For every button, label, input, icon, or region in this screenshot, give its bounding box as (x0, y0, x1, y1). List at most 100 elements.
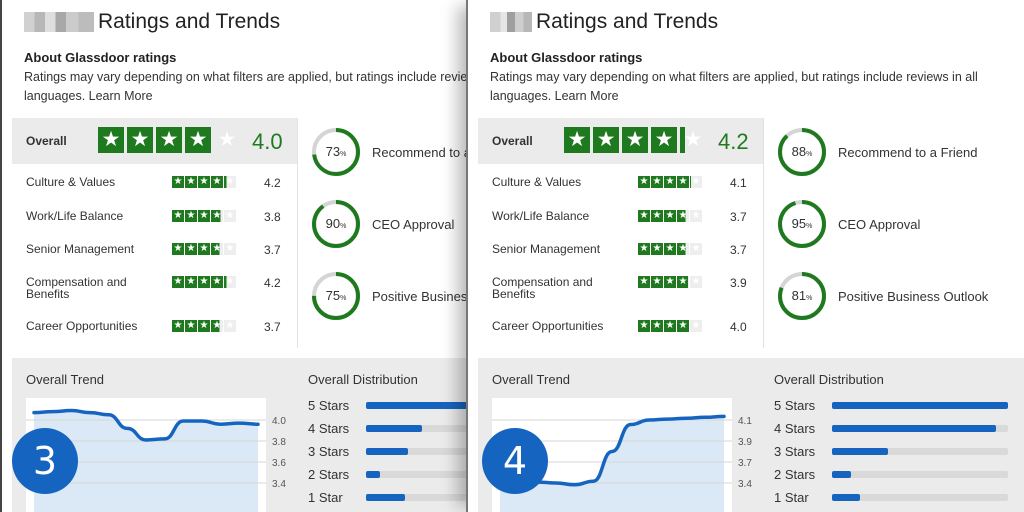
star-icon: ★ (185, 276, 197, 288)
star-icon: ★ (217, 128, 237, 151)
distribution-bar-fill (832, 494, 861, 501)
star-icon: ★ (564, 127, 590, 153)
distribution-label: 2 Stars (774, 467, 816, 482)
distribution-row[interactable]: 4 Stars (774, 421, 1024, 437)
recommendation-label: CEO Approval (372, 216, 455, 232)
distribution-title: Overall Distribution (774, 372, 884, 387)
star-icon: ★ (224, 243, 236, 255)
star-icon: ★ (680, 127, 706, 153)
overall-rating-row: Overall ★ ★ ★ ★ ★ 4.0 (12, 118, 297, 164)
subrating-value: 3.7 (730, 210, 747, 224)
star-icon: ★ (651, 320, 663, 332)
y-tick-label: 3.9 (738, 437, 752, 448)
star-icon: ★ (664, 276, 676, 288)
distribution-title: Overall Distribution (308, 372, 418, 387)
y-tick-label: 4.1 (738, 416, 752, 427)
distribution-bar-track (366, 448, 468, 455)
star-icon: ★ (198, 176, 210, 188)
y-tick-label: 4.0 (272, 416, 286, 427)
distribution-bar-fill (832, 471, 852, 478)
overall-value: 4.0 (252, 129, 283, 154)
overall-stars: ★ ★ ★ ★ ★ (98, 127, 240, 153)
distribution-row[interactable]: 5 Stars (774, 398, 1024, 414)
star-icon: ★ (172, 210, 184, 222)
distribution-row[interactable]: 2 Stars (774, 467, 1024, 483)
star-icon: ★ (156, 127, 182, 153)
subrating-label: Compensation and Benefits (492, 275, 593, 301)
distribution-bar-track (366, 425, 468, 432)
distribution-row[interactable]: 3 Stars (308, 444, 468, 460)
subrating-stars: ★ ★ ★ ★ ★ (638, 210, 702, 222)
subrating-stars: ★ ★ ★ ★ ★ (172, 176, 236, 188)
star-icon: ★ (211, 276, 223, 288)
star-icon: ★ (651, 210, 663, 222)
subrating-value: 4.0 (730, 320, 747, 334)
overall-stars: ★ ★ ★ ★ ★ (564, 127, 706, 153)
distribution-bar-fill (832, 425, 996, 432)
star-icon: ★ (664, 210, 676, 222)
company-logo-blurred (24, 12, 94, 32)
star-icon: ★ (198, 320, 210, 332)
star-icon: ★ (664, 320, 676, 332)
y-tick-label: 3.4 (738, 479, 752, 490)
subrating-stars: ★ ★ ★ ★ ★ (172, 243, 236, 255)
star-icon: ★ (211, 210, 223, 222)
distribution-label: 5 Stars (308, 398, 350, 413)
subrating-value: 3.7 (264, 320, 281, 334)
ratings-panel-left: Ratings and Trends About Glassdoor ratin… (0, 0, 468, 512)
star-icon: ★ (690, 276, 702, 288)
overall-value: 4.2 (718, 129, 749, 154)
distribution-label: 3 Stars (308, 444, 350, 459)
trend-title: Overall Trend (492, 372, 571, 387)
percent-value: 95% (791, 216, 813, 231)
star-icon: ★ (622, 127, 648, 153)
subrating-label: Career Opportunities (492, 319, 604, 333)
recommendation-item: 73% Recommend to a Friend (310, 126, 468, 178)
y-tick-label: 3.7 (738, 458, 752, 469)
distribution-bar-track (832, 448, 1008, 455)
star-icon: ★ (651, 276, 663, 288)
distribution-row[interactable]: 1 Star (774, 490, 1024, 506)
star-icon: ★ (98, 127, 124, 153)
recommendation-label: CEO Approval (838, 216, 921, 232)
percent-donut: 95% (776, 198, 828, 250)
star-icon: ★ (211, 320, 223, 332)
subrating-stars: ★ ★ ★ ★ ★ (638, 176, 702, 188)
percent-donut: 73% (310, 126, 362, 178)
ratings-box: Overall ★ ★ ★ ★ ★ 4.2 Culture & Values ★ ★ ★ ★ ★ 4… (478, 118, 764, 348)
percent-donut: 90% (310, 198, 362, 250)
distribution-label: 3 Stars (774, 444, 816, 459)
learn-more-link[interactable]: Learn More (555, 89, 619, 103)
distribution-row[interactable]: 5 Stars (308, 398, 468, 414)
distribution-row[interactable]: 4 Stars (308, 421, 468, 437)
star-icon: ★ (638, 243, 650, 255)
star-icon: ★ (185, 127, 211, 153)
page-title-text: Ratings and Trends (98, 10, 281, 33)
percent-value: 88% (791, 144, 813, 159)
distribution-row[interactable]: 1 Star (308, 490, 468, 506)
distribution-bar-track (832, 471, 1008, 478)
star-icon: ★ (185, 210, 197, 222)
distribution-bar-track (366, 402, 468, 409)
about-ratings-heading: About Glassdoor ratings (490, 50, 643, 65)
subrating-label: Compensation and Benefits (26, 275, 127, 301)
subrating-stars: ★ ★ ★ ★ ★ (172, 320, 236, 332)
distribution-bar-fill (366, 494, 405, 501)
subrating-stars: ★ ★ ★ ★ ★ (172, 210, 236, 222)
distribution-bar-fill (366, 448, 409, 455)
distribution-label: 5 Stars (774, 398, 816, 413)
step-number-badge: 4 (482, 428, 548, 494)
star-icon: ★ (198, 243, 210, 255)
distribution-label: 1 Star (774, 490, 809, 505)
distribution-row[interactable]: 3 Stars (774, 444, 1024, 460)
star-icon: ★ (690, 243, 702, 255)
star-icon: ★ (224, 176, 236, 188)
distribution-row[interactable]: 2 Stars (308, 467, 468, 483)
learn-more-link[interactable]: Learn More (89, 89, 153, 103)
page-title-text: Ratings and Trends (536, 10, 719, 33)
distribution-label: 2 Stars (308, 467, 350, 482)
recommendation-item: 75% Positive Business Outlook (310, 270, 468, 322)
subrating-label: Work/Life Balance (26, 209, 124, 223)
percent-donut: 88% (776, 126, 828, 178)
distribution-bar-fill (366, 471, 381, 478)
